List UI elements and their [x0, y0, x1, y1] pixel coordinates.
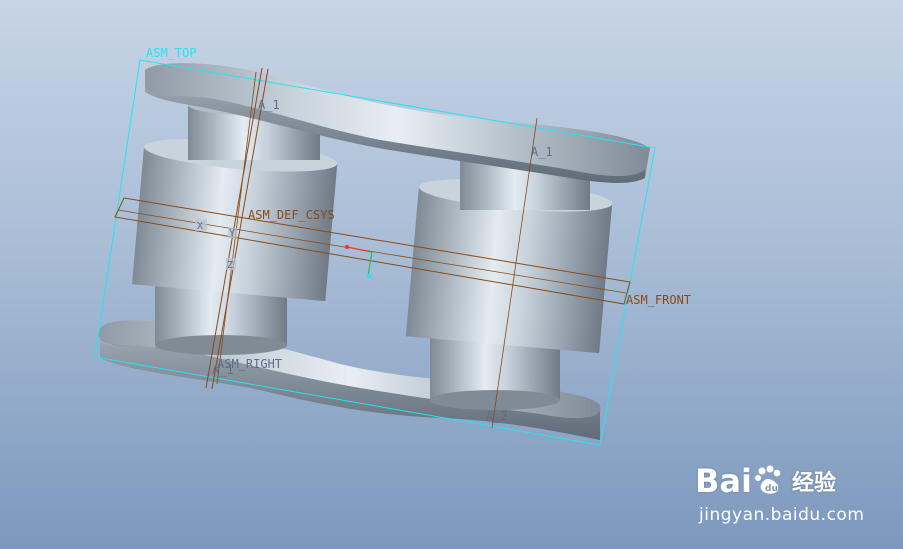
graphics-viewport[interactable]: ASM_TOP ASM_DEF_CSYS ASM_FRONT ASM_RIGHT…	[0, 0, 903, 549]
right-pin-roller[interactable]	[405, 142, 614, 410]
watermark-brand-cn: 经验	[791, 471, 836, 496]
label-asm-front: ASM_FRONT	[626, 293, 691, 307]
label-axis-left-bottom: A_1	[212, 363, 234, 377]
label-axis-right-top: A_1	[531, 145, 553, 159]
asm-def-csys[interactable]	[345, 245, 373, 279]
watermark-url: jingyan.baidu.com	[699, 505, 865, 525]
label-csys-y: Y	[229, 228, 235, 239]
baidu-jingyan-watermark: Bai du 经验 jingyan.baidu.com	[695, 459, 865, 531]
label-csys-z: Z	[227, 260, 233, 271]
label-axis-right-bottom: A_2	[486, 409, 508, 423]
baidu-paw-icon: du	[754, 465, 784, 497]
label-asm-top: ASM_TOP	[146, 46, 197, 60]
label-csys-x: X	[197, 221, 203, 232]
svg-text:du: du	[765, 484, 778, 494]
label-asm-def-csys: ASM_DEF_CSYS	[248, 208, 335, 222]
watermark-brand-bai: Bai	[695, 462, 752, 500]
label-axis-left-top: A_1	[258, 98, 280, 112]
